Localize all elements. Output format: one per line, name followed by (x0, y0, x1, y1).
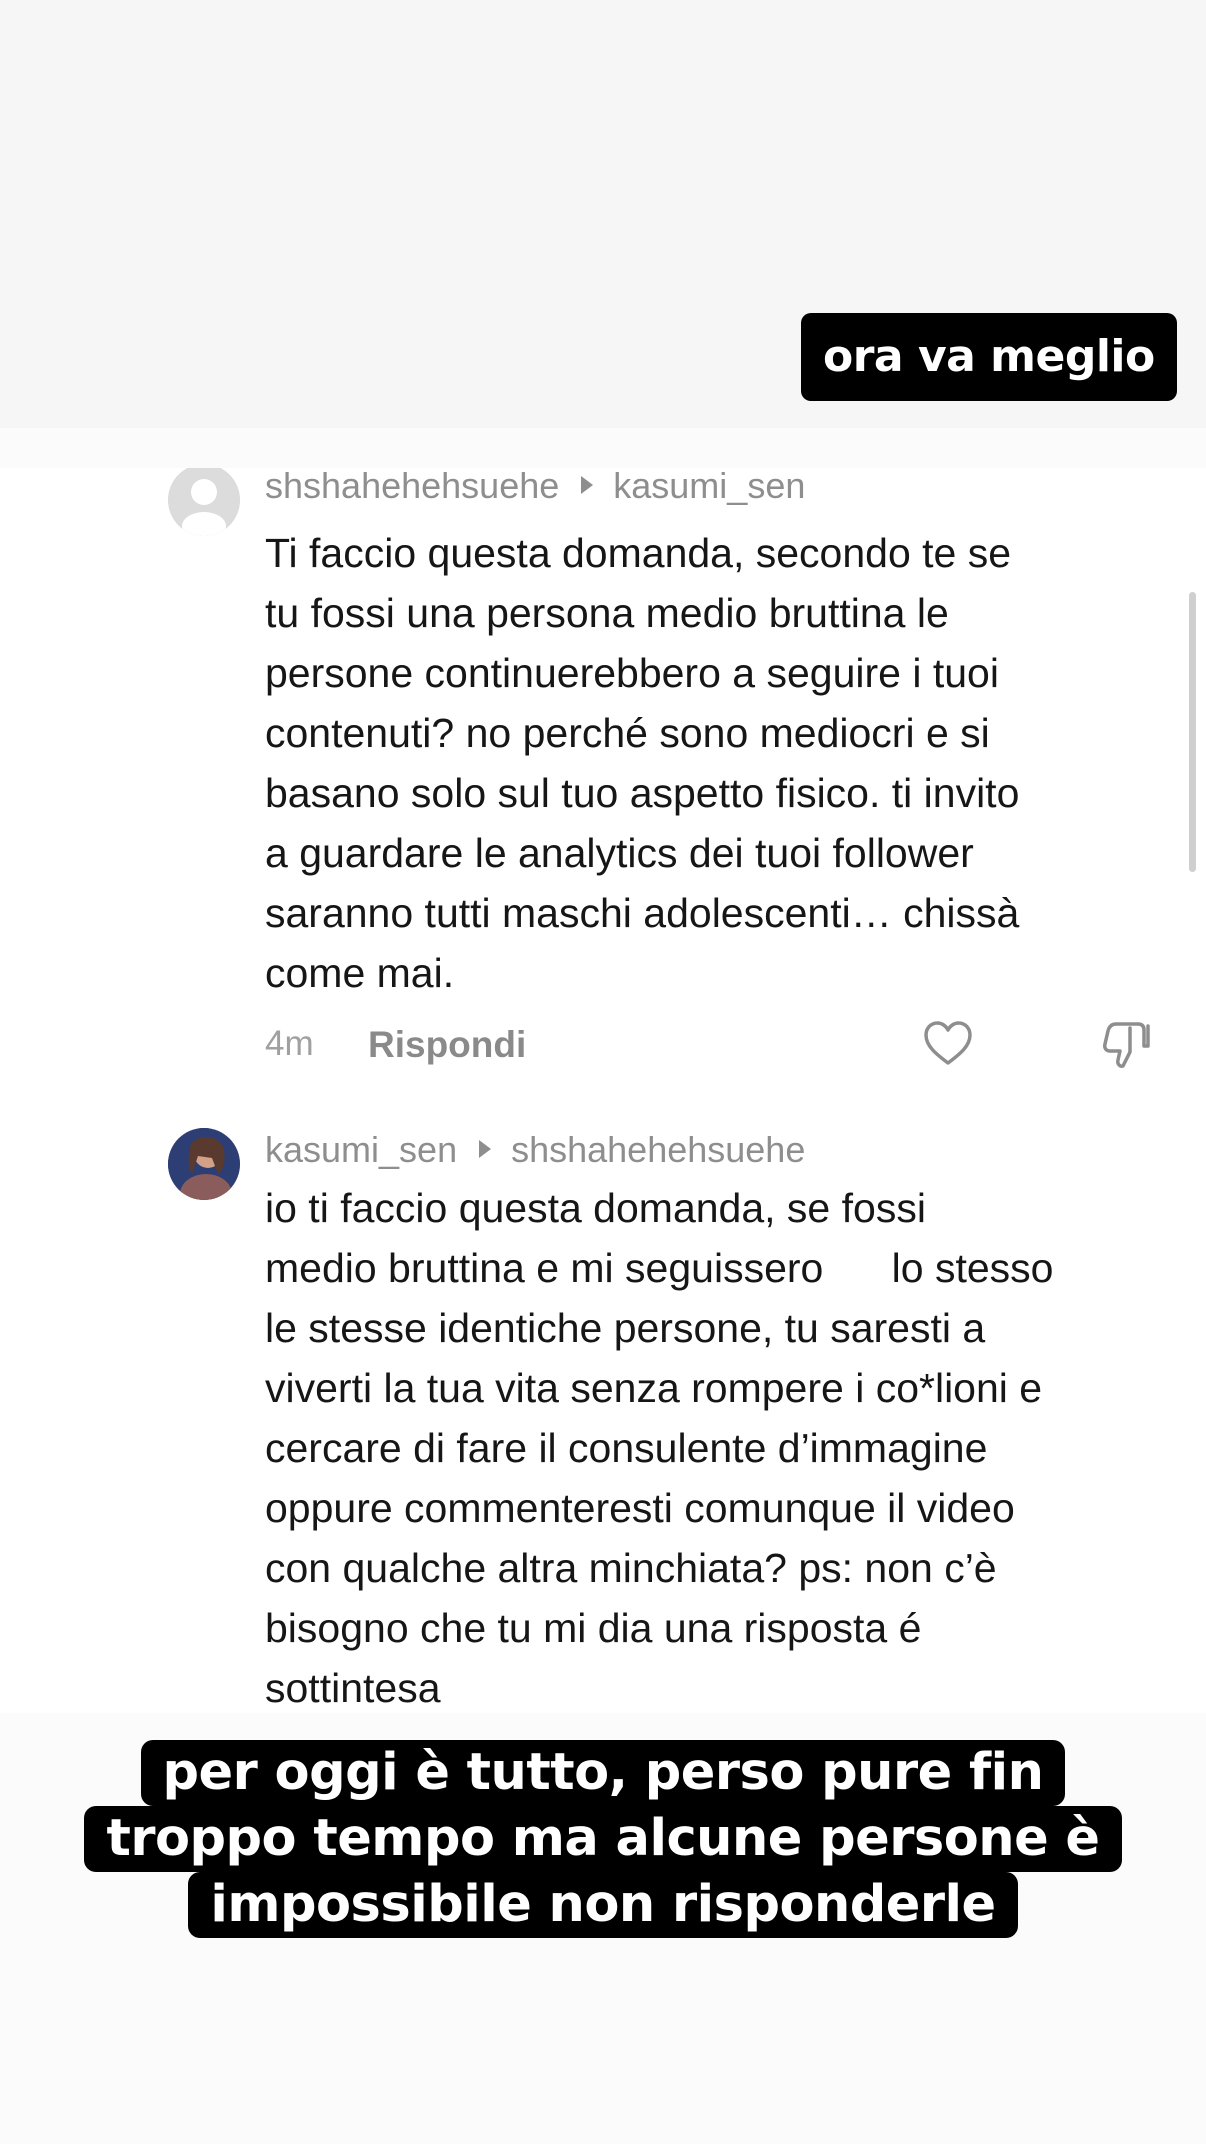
comment-line: basano solo sul tuo aspetto fisico. ti i… (265, 770, 1020, 816)
comment-line: a guardare le analytics dei tuoi followe… (265, 830, 974, 876)
bottom-caption-line: troppo tempo ma alcune persone è (84, 1806, 1122, 1872)
comments-area[interactable]: shshahehehsuehe kasumi_sen Ti faccio ques… (0, 468, 1206, 1713)
comment-text: io ti faccio questa domanda, se fossi me… (265, 1178, 1185, 1713)
divider-strip (0, 428, 1206, 468)
heart-icon[interactable] (922, 1018, 974, 1070)
comment-author[interactable]: shshahehehsuehe (265, 468, 559, 506)
comment-author[interactable]: kasumi_sen (265, 1129, 457, 1170)
comment-line: io ti faccio questa domanda, se fossi (265, 1185, 926, 1231)
comment-line: oppure commenteresti comunque il video (265, 1485, 1015, 1531)
comment-line: le stesse identiche persone, tu saresti … (265, 1305, 986, 1351)
bottom-caption: per oggi è tutto, perso pure fin troppo … (0, 1740, 1206, 1938)
comment-timestamp: 4m (265, 1024, 314, 1063)
comment-line: con qualche altra minchiata? ps: non c’è (265, 1545, 997, 1591)
bottom-caption-line: impossibile non risponderle (188, 1872, 1018, 1938)
reply-button[interactable]: Rispondi (368, 1024, 526, 1066)
comment-meta: kasumi_sen shshahehehsuehe (265, 1128, 805, 1172)
comment-line: Ti faccio questa domanda, secondo te se (265, 530, 1012, 576)
comment-reply-to[interactable]: shshahehehsuehe (511, 1129, 805, 1170)
bottom-caption-line: per oggi è tutto, perso pure fin (140, 1740, 1066, 1806)
comment-line: tu fossi una persona medio bruttina le (265, 590, 949, 636)
reply-arrow-icon (581, 476, 594, 494)
comment-line: medio bruttina e mi seguissero lo stesso (265, 1245, 1054, 1291)
comment-line: come mai. (265, 950, 455, 996)
comment-meta: shshahehehsuehe kasumi_sen (265, 468, 805, 508)
comment-line: contenuti? no perché sono mediocri e si (265, 710, 990, 756)
comment-text: Ti faccio questa domanda, secondo te se … (265, 523, 1185, 1003)
comment-line: saranno tutti maschi adolescenti… chissà (265, 890, 1020, 936)
comment-line: bisogno che tu mi dia una risposta é (265, 1605, 922, 1651)
comment-line: persone continuerebbero a seguire i tuoi (265, 650, 999, 696)
scrollbar[interactable] (1189, 592, 1196, 872)
comment-line: viverti la tua vita senza rompere i co*l… (265, 1365, 1043, 1411)
comment-actions: 4m Rispondi (265, 1018, 1165, 1078)
avatar-photo-icon[interactable] (168, 1128, 240, 1200)
top-caption: ora va meglio (801, 313, 1177, 401)
comment-line: cercare di fare il consulente d’immagine (265, 1425, 988, 1471)
reply-arrow-icon (479, 1140, 492, 1158)
comment-reply-to[interactable]: kasumi_sen (613, 468, 805, 506)
avatar-default-icon[interactable] (168, 468, 240, 536)
dislike-icon[interactable] (1100, 1018, 1152, 1070)
comment-line: sottintesa (265, 1665, 441, 1711)
